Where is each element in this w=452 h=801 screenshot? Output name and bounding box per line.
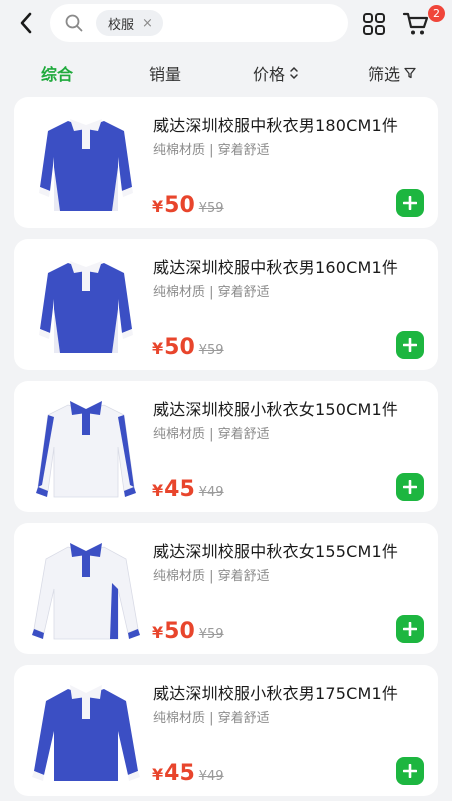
grid-icon xyxy=(363,13,385,35)
tab-label: 销量 xyxy=(149,65,182,84)
sort-filter-tabs: 综合 销量 价格 筛选 xyxy=(0,56,452,90)
product-title: 威达深圳校服小秋衣女150CM1件 xyxy=(153,400,399,419)
cart-icon xyxy=(402,12,429,35)
add-to-cart-button[interactable] xyxy=(396,615,424,643)
search-keyword-chip[interactable]: 校服 × xyxy=(96,10,163,36)
close-icon[interactable]: × xyxy=(142,17,153,30)
white-polo-shirt xyxy=(32,543,140,640)
product-card[interactable]: 威达深圳校服中秋衣女155CM1件 纯棉材质 | 穿着舒适 ¥ 50 ¥59 xyxy=(14,523,438,654)
plus-icon xyxy=(403,622,417,636)
price-value: 50 xyxy=(164,193,195,218)
tab-sales[interactable]: 销量 xyxy=(149,56,181,90)
product-subtitle: 纯棉材质 | 穿着舒适 xyxy=(153,143,270,158)
blue-polo-shirt xyxy=(39,119,133,211)
price-value: 50 xyxy=(164,335,195,360)
filter-icon xyxy=(404,67,416,79)
original-price: ¥59 xyxy=(198,201,224,216)
price-currency: ¥ xyxy=(152,765,164,784)
price-value: 50 xyxy=(164,619,195,644)
blue-polo-shirt xyxy=(32,685,140,781)
tab-label: 综合 xyxy=(41,65,74,84)
search-input[interactable]: 校服 × xyxy=(50,4,348,42)
plus-icon xyxy=(403,338,417,352)
chevron-left-icon xyxy=(20,12,32,34)
product-title: 威达深圳校服中秋衣男160CM1件 xyxy=(153,258,399,277)
product-card[interactable]: 威达深圳校服中秋衣男160CM1件 纯棉材质 | 穿着舒适 ¥ 50 ¥59 xyxy=(14,239,438,370)
add-to-cart-button[interactable] xyxy=(396,189,424,217)
add-to-cart-button[interactable] xyxy=(396,757,424,785)
blue-polo-shirt xyxy=(39,261,133,353)
product-price: ¥ 50 ¥59 xyxy=(152,193,224,218)
product-subtitle: 纯棉材质 | 穿着舒适 xyxy=(153,427,270,442)
search-icon xyxy=(64,13,84,33)
price-value: 45 xyxy=(164,477,195,502)
product-subtitle: 纯棉材质 | 穿着舒适 xyxy=(153,711,270,726)
tab-comprehensive[interactable]: 综合 xyxy=(41,56,73,90)
tab-label: 筛选 xyxy=(368,65,401,84)
price-currency: ¥ xyxy=(152,197,164,216)
original-price: ¥49 xyxy=(198,769,224,784)
plus-icon xyxy=(403,764,417,778)
product-title: 威达深圳校服中秋衣女155CM1件 xyxy=(153,542,399,561)
product-subtitle: 纯棉材质 | 穿着舒适 xyxy=(153,285,270,300)
plus-icon xyxy=(403,480,417,494)
add-to-cart-button[interactable] xyxy=(396,331,424,359)
search-keyword-label: 校服 xyxy=(108,17,135,33)
product-card[interactable]: 威达深圳校服小秋衣男175CM1件 纯棉材质 | 穿着舒适 ¥ 45 ¥49 xyxy=(14,665,438,796)
product-image xyxy=(39,119,133,211)
price-currency: ¥ xyxy=(152,623,164,642)
back-button[interactable] xyxy=(12,9,40,37)
product-price: ¥ 45 ¥49 xyxy=(152,477,224,502)
add-to-cart-button[interactable] xyxy=(396,473,424,501)
category-grid-button[interactable] xyxy=(362,12,386,36)
product-image xyxy=(32,543,140,640)
original-price: ¥59 xyxy=(198,343,224,358)
original-price: ¥59 xyxy=(198,627,224,642)
cart-count-badge: 2 xyxy=(428,5,445,22)
product-subtitle: 纯棉材质 | 穿着舒适 xyxy=(153,569,270,584)
top-bar: 校服 × 2 xyxy=(0,0,452,48)
sort-arrows-icon xyxy=(290,66,298,80)
product-price: ¥ 50 ¥59 xyxy=(152,335,224,360)
price-currency: ¥ xyxy=(152,481,164,500)
tab-label: 价格 xyxy=(253,65,286,84)
product-card[interactable]: 威达深圳校服中秋衣男180CM1件 纯棉材质 | 穿着舒适 ¥ 50 ¥59 xyxy=(14,97,438,228)
price-value: 45 xyxy=(164,761,195,786)
tab-filter[interactable]: 筛选 xyxy=(368,56,416,90)
product-title: 威达深圳校服小秋衣男175CM1件 xyxy=(153,684,399,703)
product-title: 威达深圳校服中秋衣男180CM1件 xyxy=(153,116,399,135)
product-price: ¥ 50 ¥59 xyxy=(152,619,224,644)
white-polo-shirt xyxy=(36,401,136,498)
plus-icon xyxy=(403,196,417,210)
product-price: ¥ 45 ¥49 xyxy=(152,761,224,786)
price-currency: ¥ xyxy=(152,339,164,358)
product-image xyxy=(39,261,133,353)
product-image xyxy=(36,401,136,498)
product-card[interactable]: 威达深圳校服小秋衣女150CM1件 纯棉材质 | 穿着舒适 ¥ 45 ¥49 xyxy=(14,381,438,512)
tab-price[interactable]: 价格 xyxy=(253,56,299,90)
cart-button[interactable] xyxy=(402,11,430,37)
product-image xyxy=(32,685,140,781)
original-price: ¥49 xyxy=(198,485,224,500)
